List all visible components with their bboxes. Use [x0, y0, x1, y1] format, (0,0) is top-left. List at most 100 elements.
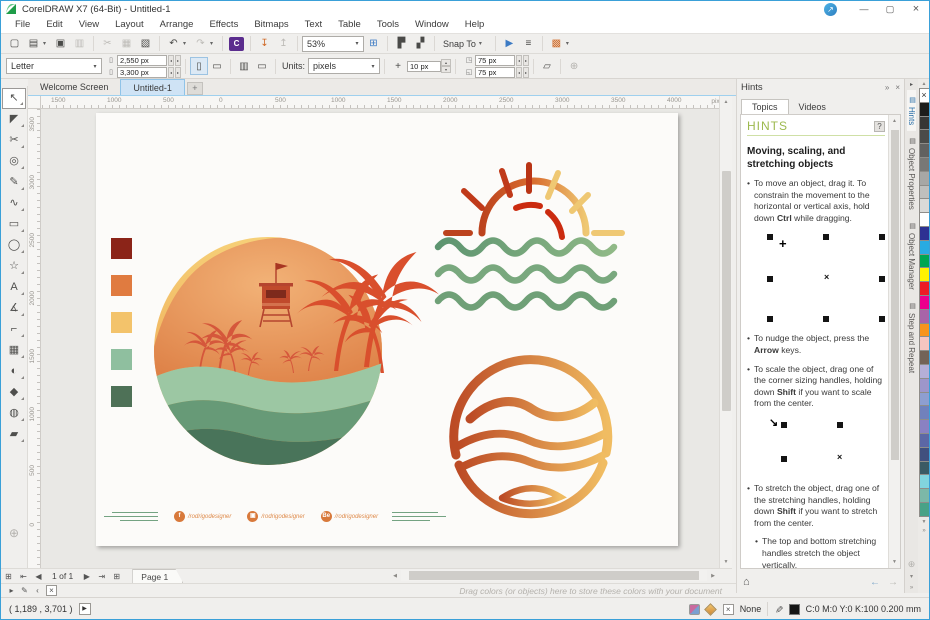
horizontal-ruler[interactable]: pixels 150010005000500100015002000250030…: [28, 96, 732, 109]
menu-item[interactable]: Text: [297, 17, 330, 33]
page-width-spinner[interactable]: ◂▸: [168, 55, 181, 66]
welcome-screen-toggle-button[interactable]: ▩: [547, 35, 566, 52]
copy-button[interactable]: ▦: [117, 35, 136, 52]
palette-color-swatch[interactable]: [919, 461, 930, 476]
menu-item[interactable]: Tools: [369, 17, 407, 33]
chevron-down-icon[interactable]: ▾: [367, 63, 379, 70]
toolbox-tool[interactable]: ◆: [2, 382, 26, 403]
help-icon[interactable]: ?: [874, 121, 885, 132]
palette-color-swatch[interactable]: [919, 254, 930, 269]
fullscreen-preview-button[interactable]: ▛: [392, 35, 411, 52]
ruler-origin[interactable]: [28, 96, 41, 109]
open-button[interactable]: ▤: [24, 35, 43, 52]
page-height-spinner[interactable]: ◂▸: [168, 67, 181, 78]
toolbox-tool[interactable]: ✎: [2, 172, 26, 193]
scroll-up-icon[interactable]: ▲: [889, 118, 900, 124]
vertical-ruler[interactable]: 3500300025002000150010005000: [28, 109, 41, 568]
horizontal-scroll-thumb[interactable]: [409, 571, 699, 580]
menu-item[interactable]: View: [71, 17, 107, 33]
landscape-button[interactable]: ▭: [208, 57, 226, 75]
zoom-to-fit-button[interactable]: ⊞: [364, 35, 383, 52]
add-tool-button[interactable]: ⊕: [2, 523, 26, 543]
menu-item[interactable]: Arrange: [152, 17, 202, 33]
artwork-swatch[interactable]: [111, 386, 132, 407]
print-button[interactable]: ▥: [70, 35, 89, 52]
menu-item[interactable]: Help: [457, 17, 493, 33]
palette-scroll-down-icon[interactable]: ▼: [922, 519, 927, 525]
palette-color-swatch[interactable]: [919, 116, 930, 131]
toolbox-tool[interactable]: ◤: [2, 109, 26, 130]
first-page-icon[interactable]: ⇤: [16, 572, 31, 581]
palette-color-swatch[interactable]: [919, 226, 930, 241]
scroll-up-icon[interactable]: ▲: [720, 99, 732, 105]
treat-as-filled-button[interactable]: ▱: [538, 57, 556, 75]
toolbox-tool[interactable]: ◯: [2, 235, 26, 256]
last-page-icon[interactable]: ⇥: [94, 572, 109, 581]
menu-item[interactable]: Bitmaps: [246, 17, 296, 33]
docker-tab[interactable]: ▤ Step and Repeat: [907, 296, 916, 379]
minimize-button[interactable]: —: [851, 1, 877, 17]
hints-scroll-thumb[interactable]: [891, 130, 899, 460]
chevron-down-icon[interactable]: ▾: [89, 63, 101, 70]
new-document-button[interactable]: ▢: [5, 35, 24, 52]
toolbox-tool[interactable]: A: [2, 277, 26, 298]
tab-welcome-screen[interactable]: Welcome Screen: [28, 79, 120, 95]
palette-color-swatch[interactable]: [919, 350, 930, 365]
view-extras-button[interactable]: ▞: [411, 35, 430, 52]
current-page-button[interactable]: ▭: [253, 57, 271, 75]
snap-to-button[interactable]: Snap To ▾: [439, 39, 491, 49]
search-content-button[interactable]: C: [229, 37, 244, 51]
nudge-distance-field[interactable]: 10 px: [407, 61, 441, 72]
export-button[interactable]: ↥: [274, 35, 293, 52]
close-button[interactable]: ×: [903, 1, 929, 17]
horizontal-scrollbar[interactable]: ◀ ▶: [389, 569, 719, 582]
fill-icon[interactable]: [704, 603, 717, 616]
palette-color-swatch[interactable]: [919, 364, 930, 379]
palette-color-swatch[interactable]: [919, 502, 930, 517]
scroll-down-icon[interactable]: ▼: [889, 559, 900, 565]
units-combobox[interactable]: pixels ▾: [308, 58, 380, 74]
docker-tab[interactable]: ▤ Object Properties: [907, 131, 916, 216]
vertical-scroll-thumb[interactable]: [722, 171, 731, 411]
page-height-field[interactable]: 3,300 px: [117, 67, 167, 78]
palette-color-swatch[interactable]: [919, 267, 930, 282]
palette-color-swatch[interactable]: [919, 102, 930, 117]
docker-more-icon[interactable]: »: [910, 585, 913, 591]
palette-color-swatch[interactable]: [919, 447, 930, 462]
page-tab[interactable]: Page 1: [132, 569, 183, 583]
new-tab-button[interactable]: +: [187, 82, 203, 95]
color-proof-icon[interactable]: [689, 604, 700, 615]
palette-color-swatch[interactable]: [919, 185, 930, 200]
palette-color-swatch[interactable]: [919, 171, 930, 186]
beach-circle-logo[interactable]: [146, 237, 439, 471]
play-icon[interactable]: ▶: [79, 603, 91, 615]
artwork-swatch[interactable]: [111, 238, 132, 259]
share-icon[interactable]: ↗: [824, 3, 837, 16]
palette-color-swatch[interactable]: [919, 488, 930, 503]
all-pages-button[interactable]: ▥: [235, 57, 253, 75]
duplicate-y-spinner[interactable]: ◂▸: [516, 67, 529, 78]
menu-item[interactable]: Layout: [107, 17, 152, 33]
next-page-icon[interactable]: ▶: [79, 572, 94, 581]
artwork-swatch[interactable]: [111, 312, 132, 333]
palette-more-icon[interactable]: »: [922, 528, 925, 534]
palette-scroll-up-icon[interactable]: ▲: [922, 81, 927, 87]
palette-color-swatch[interactable]: [919, 212, 930, 227]
add-page-icon[interactable]: ⊞: [1, 572, 16, 581]
toolbox-tool[interactable]: ▭: [2, 214, 26, 235]
palette-color-swatch[interactable]: [919, 295, 930, 310]
palette-color-swatch[interactable]: [919, 143, 930, 158]
eyedropper-icon[interactable]: ✎: [18, 586, 31, 595]
nudge-spinner[interactable]: ▴▾: [441, 59, 451, 74]
palette-color-swatch[interactable]: [919, 336, 930, 351]
duplicate-x-spinner[interactable]: ◂▸: [516, 55, 529, 66]
scroll-right-icon[interactable]: ▶: [707, 573, 719, 579]
home-icon[interactable]: ⌂: [743, 576, 750, 588]
palette-color-swatch[interactable]: [919, 129, 930, 144]
paste-button[interactable]: ▧: [136, 35, 155, 52]
application-launcher-button[interactable]: ▶: [500, 35, 519, 52]
options-button[interactable]: ≡: [519, 35, 538, 52]
document-page[interactable]: f /rodrigodesigner ▣ /rodrigodesigner Be…: [96, 113, 678, 546]
toolbox-tool[interactable]: ⌐: [2, 319, 26, 340]
chevron-down-icon[interactable]: ▾: [351, 40, 363, 47]
